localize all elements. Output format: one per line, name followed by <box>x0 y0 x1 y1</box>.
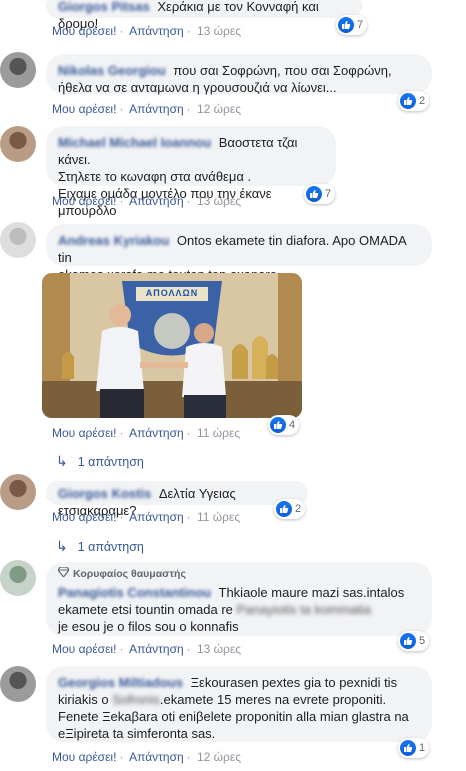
comment-text: Thkiaole maure mazi sas.intalos <box>218 585 405 600</box>
like-icon <box>400 93 416 109</box>
comment-actions: Μου αρέσει! · Απάντηση · 12 ώρες <box>52 750 242 764</box>
comment-bubble: Michael Michael Ioannou Βαοστετα τζαι κά… <box>46 126 336 218</box>
like-link[interactable]: Μου αρέσει! <box>52 510 116 524</box>
avatar[interactable] <box>0 222 36 258</box>
comment-text: Στηλετε το κωναφη στα ανάθεμα . <box>58 169 252 184</box>
like-icon <box>400 633 416 649</box>
like-icon <box>276 501 292 517</box>
comment-author[interactable]: Giorgos Kostis <box>58 486 151 501</box>
avatar[interactable] <box>0 474 36 510</box>
like-link[interactable]: Μου αρέσει! <box>52 24 116 38</box>
comment-time[interactable]: 13 ώρες <box>197 642 241 656</box>
like-link[interactable]: Μου αρέσει! <box>52 194 116 208</box>
photo-sign-text: ΑΠΟΛΛΩΝ <box>145 288 199 298</box>
comment-time[interactable]: 12 ώρες <box>197 102 241 116</box>
comment-text: ekamete etsi tountin omada re <box>58 602 233 617</box>
reaction-number: 5 <box>419 635 426 647</box>
comment-bubble: Giorgos Pitsas Χεράκια με τον Κονναφή κα… <box>46 0 362 31</box>
avatar[interactable] <box>0 126 36 162</box>
comment-actions: Μου αρέσει! · Απάντηση · 11 ώρες <box>52 426 241 440</box>
top-fan-badge: Κορυφαίος θαυμαστής <box>57 566 420 583</box>
comment-text: je esou je o filos sou o konnafis <box>58 619 239 634</box>
like-link[interactable]: Μου αρέσει! <box>52 102 116 116</box>
comment-time[interactable]: 13 ώρες <box>197 194 241 208</box>
reply-link[interactable]: Απάντηση <box>129 510 184 524</box>
reply-link[interactable]: Απάντηση <box>129 24 184 38</box>
reaction-count[interactable]: 7 <box>336 15 368 35</box>
like-icon <box>270 417 286 433</box>
comment-author[interactable]: Nikolas Georgiou <box>58 63 166 78</box>
like-icon <box>400 740 416 756</box>
reaction-count[interactable]: 2 <box>398 91 430 111</box>
avatar[interactable] <box>0 666 36 702</box>
reply-link[interactable]: Απάντηση <box>129 102 184 116</box>
comment-text: ήθελα να σε ανταμωνα η γρουσουζιά να λίω… <box>58 80 337 95</box>
redacted-text: ta kommatia <box>300 602 371 617</box>
comment-text: .ekamete 15 meres na evrete proponiti. <box>159 692 387 707</box>
reaction-count[interactable]: 1 <box>398 738 430 758</box>
comment-text: που σαι Σοφρώνη, που σαι Σοφρώνη, <box>173 63 392 78</box>
replies-count[interactable]: 1 απάντηση <box>78 455 144 469</box>
comment-bubble: Andreas Kyriakou Ontos ekamete tin diafo… <box>46 224 432 282</box>
avatar[interactable] <box>0 52 36 88</box>
reaction-number: 7 <box>357 19 364 31</box>
reply-link[interactable]: Απάντηση <box>129 642 184 656</box>
comment-bubble: Giorgos Kostis Δελτία Υγειας ετσιακαραμε… <box>46 481 308 518</box>
comment-text: kiriakis o <box>58 692 109 707</box>
reaction-number: 2 <box>419 95 426 107</box>
badge-label: Κορυφαίος θαυμαστής <box>73 568 186 580</box>
comment-author[interactable]: Michael Michael Ioannou <box>58 135 211 150</box>
reply-link[interactable]: Απάντηση <box>129 194 184 208</box>
comment-author[interactable]: Giorgos Pitsas <box>58 0 150 14</box>
comment-bubble: Κορυφαίος θαυμαστής Panagiotis Constanti… <box>46 562 432 636</box>
comment-actions: Μου αρέσει! · Απάντηση · 11 ώρες <box>52 510 241 524</box>
comment-time[interactable]: 11 ώρες <box>197 426 240 440</box>
like-icon <box>306 186 322 202</box>
reply-arrow-icon: ↳ <box>56 453 68 469</box>
comment-author[interactable]: Georgios Miltiadous <box>58 675 183 690</box>
reaction-number: 1 <box>419 742 426 754</box>
reaction-count[interactable]: 7 <box>304 184 336 204</box>
comment-author[interactable]: Panagiotis Constantinou <box>58 585 211 600</box>
replies-count[interactable]: 1 απάντηση <box>78 540 144 554</box>
redacted-text: Panayiotis <box>236 602 297 617</box>
comment-actions: Μου αρέσει! · Απάντηση · 13 ώρες <box>52 194 242 208</box>
reaction-count[interactable]: 4 <box>268 415 300 435</box>
view-replies-link[interactable]: ↳ 1 απάντηση <box>56 453 144 470</box>
comment-actions: Μου αρέσει! · Απάντηση · 12 ώρες <box>52 102 242 116</box>
comment-bubble: Georgios Miltiadous Ξεkourasen pextes gi… <box>46 666 432 742</box>
comment-author[interactable]: Andreas Kyriakou <box>58 233 169 248</box>
reaction-number: 4 <box>289 419 296 431</box>
comment-actions: Μου αρέσει! · Απάντηση · 13 ώρες <box>52 24 242 38</box>
comment-text: eΞipireta ta simferonta sas. <box>58 726 216 741</box>
view-replies-link[interactable]: ↳ 1 απάντηση <box>56 538 144 555</box>
comment-actions: Μου αρέσει! · Απάντηση · 13 ώρες <box>52 642 242 656</box>
reply-link[interactable]: Απάντηση <box>129 750 184 764</box>
reaction-count[interactable]: 2 <box>274 499 306 519</box>
avatar[interactable] <box>0 560 36 596</box>
comment-time[interactable]: 13 ώρες <box>197 24 241 38</box>
redacted-text: Sofronis <box>112 692 160 707</box>
comment-time[interactable]: 11 ώρες <box>197 510 240 524</box>
like-link[interactable]: Μου αρέσει! <box>52 426 116 440</box>
comment-text: Fenete Ξekaβara oti eniβelete proponitin… <box>58 709 409 724</box>
diamond-icon <box>57 566 70 583</box>
like-link[interactable]: Μου αρέσει! <box>52 642 116 656</box>
reply-arrow-icon: ↳ <box>56 538 68 554</box>
comment-text: Ξεkourasen pextes gia to pexnidi tis <box>190 675 398 690</box>
comment-photo[interactable]: ΑΠΟΛΛΩΝ <box>42 273 302 418</box>
reaction-number: 2 <box>295 503 302 515</box>
reaction-number: 7 <box>325 188 332 200</box>
comment-time[interactable]: 12 ώρες <box>197 750 241 764</box>
reply-link[interactable]: Απάντηση <box>129 426 184 440</box>
comment-bubble: Nikolas Georgiou που σαι Σοφρώνη, που σα… <box>46 54 432 95</box>
like-icon <box>338 17 354 33</box>
reaction-count[interactable]: 5 <box>398 631 430 651</box>
like-link[interactable]: Μου αρέσει! <box>52 750 116 764</box>
